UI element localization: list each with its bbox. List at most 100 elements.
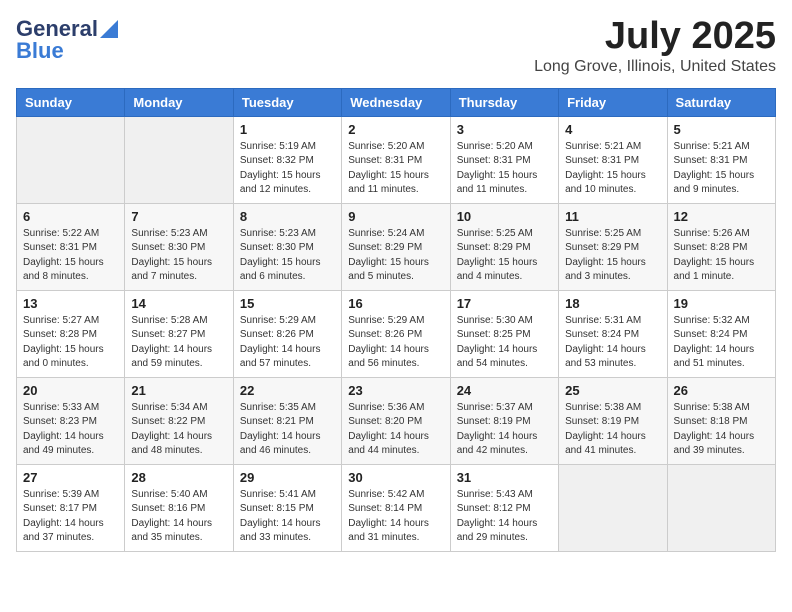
day-number: 24	[457, 383, 552, 398]
day-info: Sunrise: 5:28 AM Sunset: 8:27 PM Dayligh…	[131, 314, 226, 372]
location-title: Long Grove, Illinois, United States	[534, 58, 776, 76]
calendar-cell: 27 Sunrise: 5:39 AM Sunset: 8:17 PM Dayli…	[17, 464, 125, 551]
col-header-monday: Monday	[125, 88, 233, 116]
day-info: Sunrise: 5:25 AM Sunset: 8:29 PM Dayligh…	[565, 227, 660, 285]
calendar-cell: 9Sunrise: 5:24 AM Sunset: 8:29 PM Daylig…	[342, 203, 450, 290]
day-info: Sunrise: 5:29 AM Sunset: 8:26 PM Dayligh…	[240, 314, 335, 372]
month-title: July 2025	[534, 16, 776, 58]
day-number: 12	[674, 209, 769, 224]
day-number: 15	[240, 296, 335, 311]
calendar-week-row: 27 Sunrise: 5:39 AM Sunset: 8:17 PM Dayli…	[17, 464, 776, 551]
calendar-cell: 4Sunrise: 5:21 AM Sunset: 8:31 PM Daylig…	[559, 116, 667, 203]
calendar-cell: 18 Sunrise: 5:31 AM Sunset: 8:24 PM Dayli…	[559, 290, 667, 377]
day-number: 18	[565, 296, 660, 311]
calendar-cell: 15 Sunrise: 5:29 AM Sunset: 8:26 PM Dayli…	[233, 290, 341, 377]
calendar-week-row: 1 Sunrise: 5:19 AM Sunset: 8:32 PM Daylig…	[17, 116, 776, 203]
day-info: Sunrise: 5:22 AM Sunset: 8:31 PM Dayligh…	[23, 227, 118, 285]
day-number: 16	[348, 296, 443, 311]
col-header-tuesday: Tuesday	[233, 88, 341, 116]
day-info: Sunrise: 5:33 AM Sunset: 8:23 PM Dayligh…	[23, 401, 118, 459]
calendar-cell: 14 Sunrise: 5:28 AM Sunset: 8:27 PM Dayli…	[125, 290, 233, 377]
day-info: Sunrise: 5:21 AM Sunset: 8:31 PM Dayligh…	[674, 140, 769, 198]
day-info: Sunrise: 5:29 AM Sunset: 8:26 PM Dayligh…	[348, 314, 443, 372]
day-number: 25	[565, 383, 660, 398]
calendar-cell: 30Sunrise: 5:42 AM Sunset: 8:14 PM Dayli…	[342, 464, 450, 551]
col-header-friday: Friday	[559, 88, 667, 116]
day-info: Sunrise: 5:30 AM Sunset: 8:25 PM Dayligh…	[457, 314, 552, 372]
day-info: Sunrise: 5:38 AM Sunset: 8:19 PM Dayligh…	[565, 401, 660, 459]
calendar-cell: 29 Sunrise: 5:41 AM Sunset: 8:15 PM Dayli…	[233, 464, 341, 551]
day-number: 6	[23, 209, 118, 224]
day-number: 30	[348, 470, 443, 485]
day-info: Sunrise: 5:41 AM Sunset: 8:15 PM Dayligh…	[240, 488, 335, 546]
calendar-week-row: 20 Sunrise: 5:33 AM Sunset: 8:23 PM Dayli…	[17, 377, 776, 464]
calendar-body: 1 Sunrise: 5:19 AM Sunset: 8:32 PM Daylig…	[17, 116, 776, 551]
day-number: 20	[23, 383, 118, 398]
day-info: Sunrise: 5:23 AM Sunset: 8:30 PM Dayligh…	[131, 227, 226, 285]
calendar-cell: 24 Sunrise: 5:37 AM Sunset: 8:19 PM Dayli…	[450, 377, 558, 464]
day-number: 26	[674, 383, 769, 398]
day-info: Sunrise: 5:31 AM Sunset: 8:24 PM Dayligh…	[565, 314, 660, 372]
calendar-cell: 17 Sunrise: 5:30 AM Sunset: 8:25 PM Dayli…	[450, 290, 558, 377]
calendar-cell: 12 Sunrise: 5:26 AM Sunset: 8:28 PM Dayli…	[667, 203, 775, 290]
calendar-cell: 6 Sunrise: 5:22 AM Sunset: 8:31 PM Daylig…	[17, 203, 125, 290]
day-number: 5	[674, 122, 769, 137]
calendar-cell: 26 Sunrise: 5:38 AM Sunset: 8:18 PM Dayli…	[667, 377, 775, 464]
col-header-saturday: Saturday	[667, 88, 775, 116]
day-info: Sunrise: 5:21 AM Sunset: 8:31 PM Dayligh…	[565, 140, 660, 198]
day-number: 1	[240, 122, 335, 137]
day-number: 22	[240, 383, 335, 398]
day-number: 13	[23, 296, 118, 311]
calendar-cell: 2Sunrise: 5:20 AM Sunset: 8:31 PM Daylig…	[342, 116, 450, 203]
day-number: 23	[348, 383, 443, 398]
calendar-header-row: SundayMondayTuesdayWednesdayThursdayFrid…	[17, 88, 776, 116]
day-number: 29	[240, 470, 335, 485]
day-info: Sunrise: 5:40 AM Sunset: 8:16 PM Dayligh…	[131, 488, 226, 546]
day-number: 17	[457, 296, 552, 311]
day-info: Sunrise: 5:39 AM Sunset: 8:17 PM Dayligh…	[23, 488, 118, 546]
day-info: Sunrise: 5:35 AM Sunset: 8:21 PM Dayligh…	[240, 401, 335, 459]
calendar-week-row: 13 Sunrise: 5:27 AM Sunset: 8:28 PM Dayli…	[17, 290, 776, 377]
day-number: 8	[240, 209, 335, 224]
calendar-cell: 28Sunrise: 5:40 AM Sunset: 8:16 PM Dayli…	[125, 464, 233, 551]
calendar-cell: 25 Sunrise: 5:38 AM Sunset: 8:19 PM Dayli…	[559, 377, 667, 464]
calendar-table: SundayMondayTuesdayWednesdayThursdayFrid…	[16, 88, 776, 552]
day-number: 21	[131, 383, 226, 398]
day-number: 19	[674, 296, 769, 311]
calendar-cell: 22 Sunrise: 5:35 AM Sunset: 8:21 PM Dayli…	[233, 377, 341, 464]
day-info: Sunrise: 5:20 AM Sunset: 8:31 PM Dayligh…	[457, 140, 552, 198]
day-number: 27	[23, 470, 118, 485]
day-number: 11	[565, 209, 660, 224]
calendar-cell	[667, 464, 775, 551]
day-number: 14	[131, 296, 226, 311]
calendar-cell: 19Sunrise: 5:32 AM Sunset: 8:24 PM Dayli…	[667, 290, 775, 377]
day-info: Sunrise: 5:36 AM Sunset: 8:20 PM Dayligh…	[348, 401, 443, 459]
day-info: Sunrise: 5:34 AM Sunset: 8:22 PM Dayligh…	[131, 401, 226, 459]
day-info: Sunrise: 5:38 AM Sunset: 8:18 PM Dayligh…	[674, 401, 769, 459]
calendar-cell: 3Sunrise: 5:20 AM Sunset: 8:31 PM Daylig…	[450, 116, 558, 203]
calendar-cell: 21 Sunrise: 5:34 AM Sunset: 8:22 PM Dayli…	[125, 377, 233, 464]
calendar-cell: 13 Sunrise: 5:27 AM Sunset: 8:28 PM Dayli…	[17, 290, 125, 377]
page-header: General Blue July 2025 Long Grove, Illin…	[16, 16, 776, 76]
col-header-sunday: Sunday	[17, 88, 125, 116]
calendar-cell: 1 Sunrise: 5:19 AM Sunset: 8:32 PM Daylig…	[233, 116, 341, 203]
calendar-cell: 5 Sunrise: 5:21 AM Sunset: 8:31 PM Daylig…	[667, 116, 775, 203]
col-header-wednesday: Wednesday	[342, 88, 450, 116]
day-info: Sunrise: 5:19 AM Sunset: 8:32 PM Dayligh…	[240, 140, 335, 198]
calendar-cell: 7 Sunrise: 5:23 AM Sunset: 8:30 PM Daylig…	[125, 203, 233, 290]
day-info: Sunrise: 5:20 AM Sunset: 8:31 PM Dayligh…	[348, 140, 443, 198]
calendar-cell: 11 Sunrise: 5:25 AM Sunset: 8:29 PM Dayli…	[559, 203, 667, 290]
day-info: Sunrise: 5:37 AM Sunset: 8:19 PM Dayligh…	[457, 401, 552, 459]
day-info: Sunrise: 5:25 AM Sunset: 8:29 PM Dayligh…	[457, 227, 552, 285]
day-number: 10	[457, 209, 552, 224]
calendar-cell: 31Sunrise: 5:43 AM Sunset: 8:12 PM Dayli…	[450, 464, 558, 551]
calendar-cell: 23 Sunrise: 5:36 AM Sunset: 8:20 PM Dayli…	[342, 377, 450, 464]
calendar-cell: 8Sunrise: 5:23 AM Sunset: 8:30 PM Daylig…	[233, 203, 341, 290]
day-number: 7	[131, 209, 226, 224]
day-info: Sunrise: 5:27 AM Sunset: 8:28 PM Dayligh…	[23, 314, 118, 372]
calendar-cell	[17, 116, 125, 203]
day-number: 9	[348, 209, 443, 224]
day-info: Sunrise: 5:26 AM Sunset: 8:28 PM Dayligh…	[674, 227, 769, 285]
calendar-cell: 20 Sunrise: 5:33 AM Sunset: 8:23 PM Dayli…	[17, 377, 125, 464]
col-header-thursday: Thursday	[450, 88, 558, 116]
